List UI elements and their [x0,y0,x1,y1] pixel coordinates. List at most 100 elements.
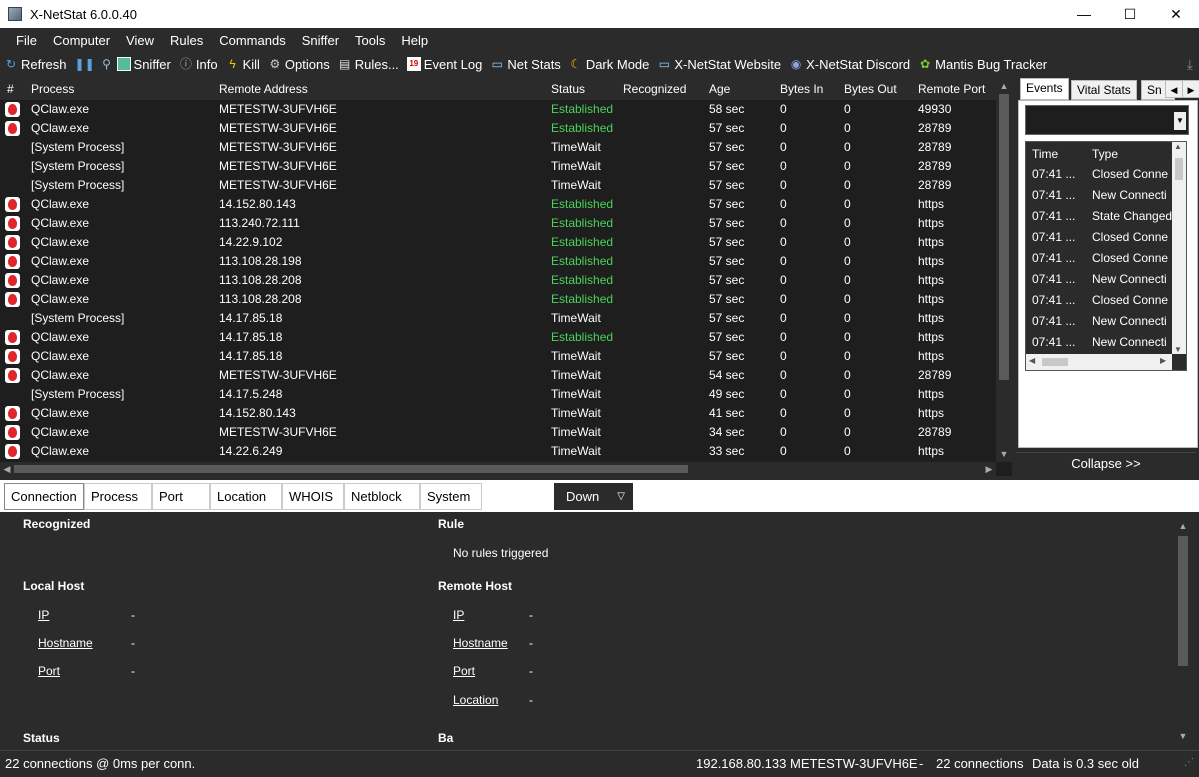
table-row[interactable]: QClaw.exe METESTW-3UFVH6E Established 58 se… [0,100,996,119]
menu-help[interactable]: Help [393,33,436,48]
discord-button[interactable]: ◉ X-NetStat Discord [789,57,910,72]
menu-view[interactable]: View [118,33,162,48]
table-row[interactable]: [System Process] 14.17.85.18 TimeWait 57 se… [0,309,996,328]
col-remote-port[interactable]: Remote Port [918,82,985,96]
col-age[interactable]: Age [709,82,730,96]
local-hostname-label[interactable]: Hostname [38,636,93,650]
toolbar-overflow-icon[interactable]: ⤓ [1187,56,1193,73]
remote-port-label[interactable]: Port [453,664,475,678]
menu-tools[interactable]: Tools [347,33,393,48]
collapse-button[interactable]: Collapse >> [1016,452,1196,474]
table-row[interactable]: QClaw.exe METESTW-3UFVH6E Established 57 se… [0,119,996,138]
info-button[interactable]: ⓘ Info [179,57,218,72]
dark-mode-button[interactable]: ☾ Dark Mode [569,57,649,72]
scroll-thumb[interactable] [1042,358,1068,366]
details-vertical-scrollbar[interactable]: ▲ ▼ [1175,518,1191,744]
tab-scroll-left-icon[interactable]: ◀ [1165,80,1183,98]
col-bytes-out[interactable]: Bytes Out [844,82,897,96]
scroll-left-icon[interactable]: ◀ [1029,356,1035,365]
table-row[interactable]: QClaw.exe 14.22.6.249 TimeWait 33 sec 0 0 http… [0,442,996,461]
events-vertical-scrollbar[interactable]: ▲ ▼ [1172,142,1186,354]
minimize-button[interactable]: — [1061,0,1107,28]
col-type[interactable]: Type [1092,147,1118,161]
options-button[interactable]: ⚙ Options [268,57,330,72]
tab-system[interactable]: System [420,483,482,510]
events-horizontal-scrollbar[interactable]: ◀ ▶ [1026,354,1172,370]
menu-computer[interactable]: Computer [45,33,118,48]
table-row[interactable]: [System Process] METESTW-3UFVH6E TimeWait 5… [0,176,996,195]
scroll-down-icon[interactable]: ▼ [1174,345,1182,354]
remote-location-label[interactable]: Location [453,693,498,707]
scroll-right-icon[interactable]: ▶ [1160,356,1166,365]
table-row[interactable]: QClaw.exe 113.240.72.111 Established 57 sec… [0,214,996,233]
menu-file[interactable]: File [8,33,45,48]
table-row[interactable]: QClaw.exe 113.108.28.208 Established 57 sec… [0,271,996,290]
table-row[interactable]: QClaw.exe 14.17.85.18 TimeWait 57 sec 0 0 http… [0,347,996,366]
remote-ip-label[interactable]: IP [453,608,464,622]
table-row[interactable]: QClaw.exe 14.152.80.143 TimeWait 41 sec 0 0 ht… [0,404,996,423]
events-filter-select[interactable]: ▼ [1025,105,1189,135]
grid-horizontal-scrollbar[interactable]: ◀ ▶ [0,462,996,476]
scroll-thumb[interactable] [999,94,1009,380]
event-row[interactable]: 07:41 ... Closed Conne [1026,290,1186,311]
tab-events[interactable]: Events [1020,78,1069,100]
scroll-thumb[interactable] [14,465,688,473]
local-ip-label[interactable]: IP [38,608,49,622]
event-row[interactable]: 07:41 ... Closed Conne [1026,164,1186,185]
table-row[interactable]: QClaw.exe 113.108.28.208 Established 57 sec… [0,290,996,309]
menu-rules[interactable]: Rules [162,33,211,48]
remote-hostname-label[interactable]: Hostname [453,636,508,650]
table-row[interactable]: QClaw.exe 14.152.80.143 Established 57 sec 0… [0,195,996,214]
menu-commands[interactable]: Commands [211,33,293,48]
col-remote-address[interactable]: Remote Address [219,82,308,96]
scroll-right-icon[interactable]: ▶ [982,462,996,476]
col-status[interactable]: Status [551,82,585,96]
tab-port[interactable]: Port [152,483,210,510]
event-row[interactable]: 07:41 ... Closed Conne [1026,248,1186,269]
event-row[interactable]: 07:41 ... State Changed [1026,206,1186,227]
tab-process[interactable]: Process [84,483,152,510]
event-row[interactable]: 07:41 ... New Connecti [1026,311,1186,332]
scroll-left-icon[interactable]: ◀ [0,462,14,476]
tab-whois[interactable]: WHOIS [282,483,344,510]
scroll-thumb[interactable] [1178,536,1188,666]
close-button[interactable]: ✕ [1153,0,1199,28]
tab-netblock[interactable]: Netblock [344,483,420,510]
table-row[interactable]: QClaw.exe 113.108.28.198 Established 57 sec… [0,252,996,271]
table-row[interactable]: QClaw.exe METESTW-3UFVH6E TimeWait 54 sec 0 0… [0,366,996,385]
menu-sniffer[interactable]: Sniffer [294,33,347,48]
refresh-button[interactable]: ↻ Refresh [4,57,67,72]
tab-location[interactable]: Location [210,483,282,510]
down-button[interactable]: Down ▽ [554,483,633,510]
event-row[interactable]: 07:41 ... New Connecti [1026,269,1186,290]
scroll-up-icon[interactable]: ▲ [1175,518,1191,534]
chevron-down-icon[interactable]: ▼ [1174,112,1186,130]
tab-connection[interactable]: Connection [4,483,84,510]
net-stats-button[interactable]: ▭ Net Stats [490,57,561,72]
col-process[interactable]: Process [31,82,74,96]
col-time[interactable]: Time [1032,147,1058,161]
kill-button[interactable]: ϟ Kill [226,57,260,72]
table-row[interactable]: QClaw.exe 14.22.9.102 Established 57 sec 0 0 h… [0,233,996,252]
event-row[interactable]: 07:41 ... Closed Conne [1026,227,1186,248]
website-button[interactable]: ▭ X-NetStat Website [657,57,781,72]
event-row[interactable]: 07:41 ... New Connecti [1026,185,1186,206]
grid-vertical-scrollbar[interactable]: ▲ ▼ [996,78,1012,462]
event-row[interactable]: 07:41 ... New Connecti [1026,332,1186,353]
col-num[interactable]: # [7,82,14,96]
col-bytes-in[interactable]: Bytes In [780,82,823,96]
pause-button[interactable]: ❚❚ [75,57,95,71]
scroll-thumb[interactable] [1175,158,1183,180]
event-log-button[interactable]: 19 Event Log [406,57,482,72]
scroll-down-icon[interactable]: ▼ [1175,728,1191,744]
table-row[interactable]: [System Process] 14.17.5.248 TimeWait 49 se… [0,385,996,404]
tab-vital-stats[interactable]: Vital Stats [1071,80,1137,100]
table-row[interactable]: [System Process] METESTW-3UFVH6E TimeWait 5… [0,157,996,176]
col-recognized[interactable]: Recognized [623,82,686,96]
table-row[interactable]: QClaw.exe METESTW-3UFVH6E TimeWait 34 sec 0 0… [0,423,996,442]
scroll-down-icon[interactable]: ▼ [996,446,1012,462]
maximize-button[interactable]: ☐ [1107,0,1153,28]
tab-scroll-right-icon[interactable]: ▶ [1182,80,1199,98]
scroll-up-icon[interactable]: ▲ [996,78,1012,94]
table-row[interactable]: QClaw.exe 14.17.85.18 Established 57 sec 0 0 h… [0,328,996,347]
